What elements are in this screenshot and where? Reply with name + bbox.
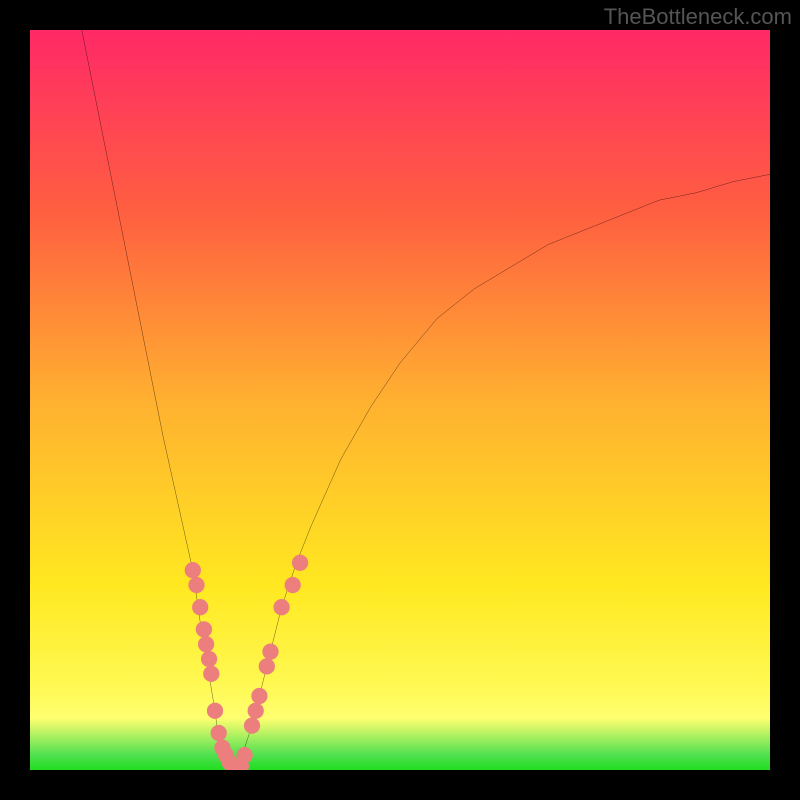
data-marker (292, 555, 308, 571)
chart-plot-area (30, 30, 770, 770)
data-marker (207, 703, 223, 719)
data-marker (262, 643, 278, 659)
data-markers (185, 555, 309, 770)
bottleneck-curve (30, 30, 770, 770)
data-marker (236, 747, 252, 763)
data-marker (198, 636, 214, 652)
data-marker (192, 599, 208, 615)
data-marker (188, 577, 204, 593)
data-marker (248, 703, 264, 719)
right-ascending-curve (237, 174, 770, 770)
data-marker (201, 651, 217, 667)
data-marker (203, 666, 219, 682)
data-marker (196, 621, 212, 637)
data-marker (251, 688, 267, 704)
data-marker (211, 725, 227, 741)
data-marker (273, 599, 289, 615)
attribution-text: TheBottleneck.com (604, 4, 792, 30)
data-marker (244, 717, 260, 733)
data-marker (285, 577, 301, 593)
data-marker (259, 658, 275, 674)
data-marker (185, 562, 201, 578)
